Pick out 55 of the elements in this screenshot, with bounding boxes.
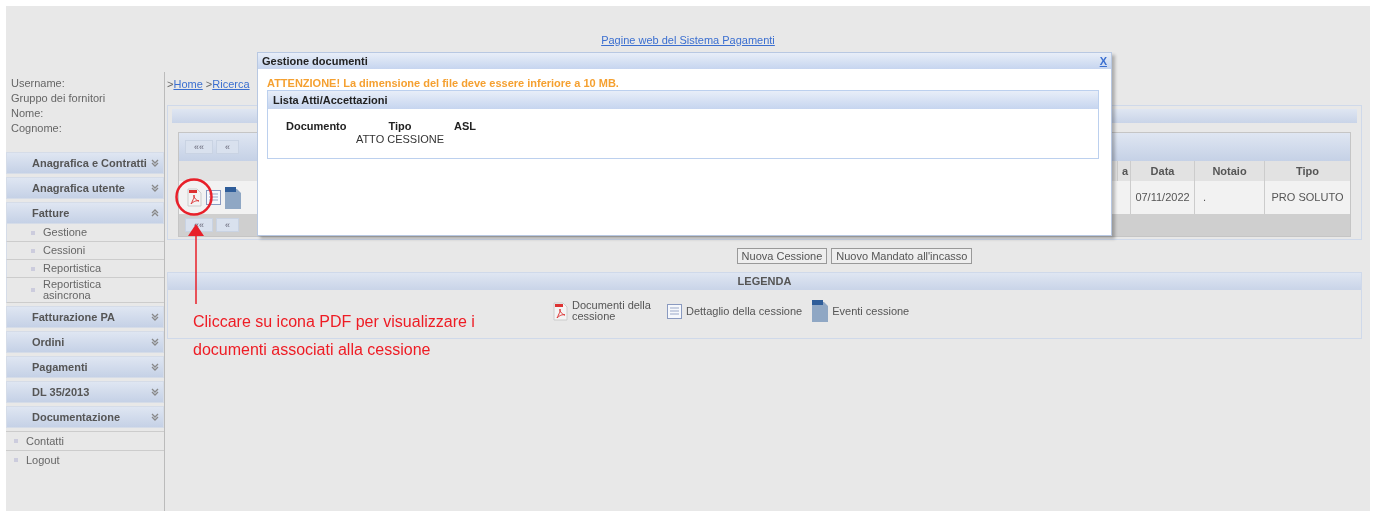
menu-section[interactable]: Fatturazione PA bbox=[6, 306, 164, 328]
collapse-chevron-icon bbox=[151, 209, 159, 217]
menu-item[interactable]: Reportistica asincrona bbox=[6, 278, 164, 303]
legend-label: Dettaglio della cessione bbox=[686, 303, 803, 319]
header-link[interactable]: Pagine web del Sistema Pagamenti bbox=[601, 31, 775, 48]
action-button[interactable]: Nuova Cessione bbox=[736, 248, 828, 264]
panel-title: Lista Atti/Accettazioni bbox=[268, 91, 1098, 109]
close-link[interactable]: X bbox=[1099, 52, 1107, 70]
column-header: ASL bbox=[453, 120, 477, 133]
user-info-label: Nome: bbox=[11, 106, 45, 121]
menu-item[interactable]: Gestione bbox=[6, 224, 164, 242]
legend-label: Eventi cessione bbox=[832, 303, 910, 319]
pdf-icon[interactable] bbox=[187, 188, 202, 207]
breadcrumb-link[interactable]: Ricerca bbox=[212, 78, 250, 90]
menu-link[interactable]: Contatti bbox=[6, 431, 164, 450]
legend-title: LEGENDA bbox=[168, 273, 1361, 290]
menu-section[interactable]: Anagrafica utente bbox=[6, 177, 164, 199]
pager-button[interactable]: «« bbox=[185, 140, 213, 154]
menu-section[interactable]: Fatture bbox=[6, 202, 164, 224]
menu-section[interactable]: Documentazione bbox=[6, 406, 164, 428]
list-icon bbox=[667, 303, 682, 319]
legend-label: Documenti della cessione bbox=[572, 300, 652, 322]
expand-chevron-icon bbox=[151, 184, 159, 192]
expand-chevron-icon bbox=[151, 313, 159, 321]
expand-chevron-icon bbox=[151, 338, 159, 346]
warning-text: ATTENZIONE! La dimensione del file deve essere inferiore a 10 MB. bbox=[266, 76, 620, 90]
menu-item[interactable]: Cessioni bbox=[6, 242, 164, 260]
annotation-text: Cliccare su icona PDF per visualizzare i documenti associati alla cessione bbox=[193, 312, 475, 360]
dialog-title: Gestione documenti bbox=[262, 53, 368, 69]
pdf-icon bbox=[553, 301, 568, 321]
menu-item[interactable]: Reportistica bbox=[6, 260, 164, 278]
breadcrumb-separator: > bbox=[205, 78, 213, 90]
user-info-label: Cognome: bbox=[11, 121, 63, 136]
user-info-label: Username: bbox=[11, 76, 66, 91]
document-icon[interactable] bbox=[225, 186, 241, 209]
pager-button[interactable]: « bbox=[216, 218, 240, 232]
table-cell: ATTO CESSIONE bbox=[355, 133, 445, 146]
column-header: Tipo bbox=[387, 120, 413, 133]
breadcrumb-link[interactable]: Home bbox=[173, 78, 203, 90]
menu-link[interactable]: Logout bbox=[6, 450, 164, 469]
menu-section[interactable]: DL 35/2013 bbox=[6, 381, 164, 403]
pager-button[interactable]: « bbox=[216, 140, 240, 154]
expand-chevron-icon bbox=[151, 388, 159, 396]
expand-chevron-icon bbox=[151, 413, 159, 421]
highlight-circle bbox=[174, 177, 214, 217]
menu-section[interactable]: Pagamenti bbox=[6, 356, 164, 378]
breadcrumb-separator: > bbox=[167, 78, 174, 90]
menu-section[interactable]: Ordini bbox=[6, 331, 164, 353]
action-button[interactable]: Nuovo Mandato all'incasso bbox=[831, 248, 973, 264]
user-info-label: Gruppo dei fornitori bbox=[11, 91, 107, 106]
expand-chevron-icon bbox=[151, 159, 159, 167]
menu-section[interactable]: Anagrafica e Contratti bbox=[6, 152, 164, 174]
column-header: Documento bbox=[286, 120, 348, 133]
expand-chevron-icon bbox=[151, 363, 159, 371]
document-icon bbox=[812, 300, 829, 322]
